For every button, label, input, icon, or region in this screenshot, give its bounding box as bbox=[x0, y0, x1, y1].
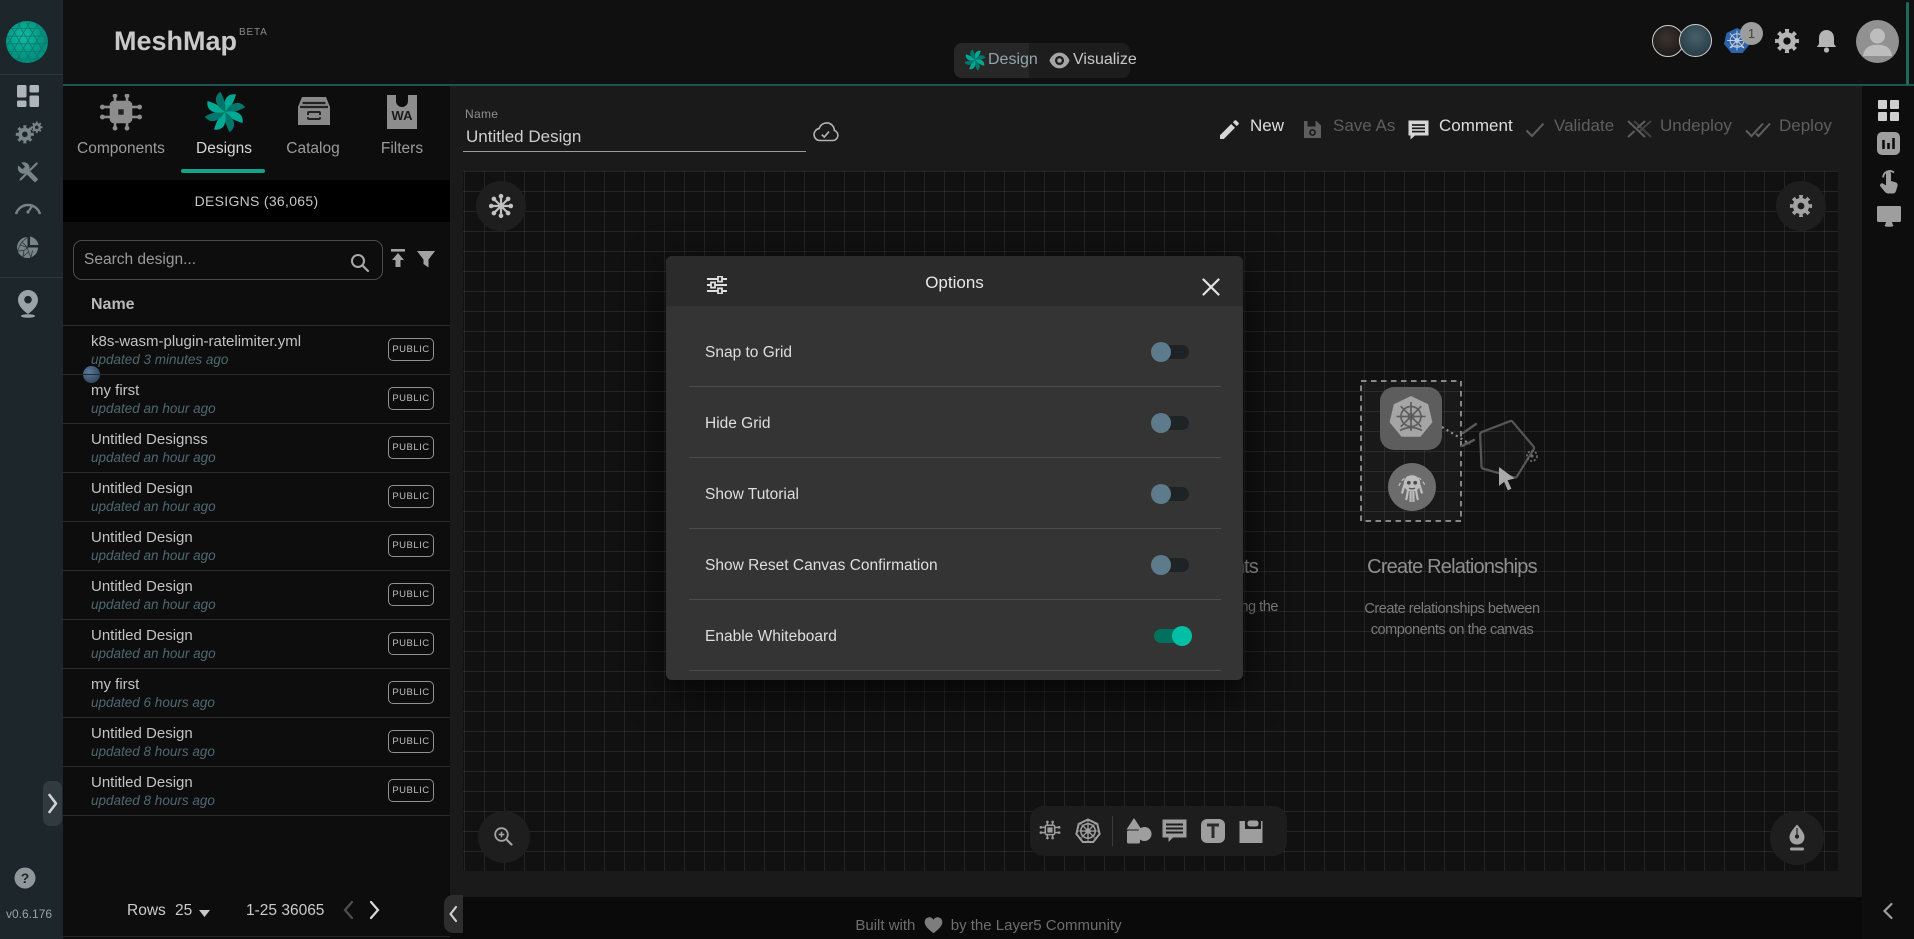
svg-text:?: ? bbox=[21, 870, 30, 886]
